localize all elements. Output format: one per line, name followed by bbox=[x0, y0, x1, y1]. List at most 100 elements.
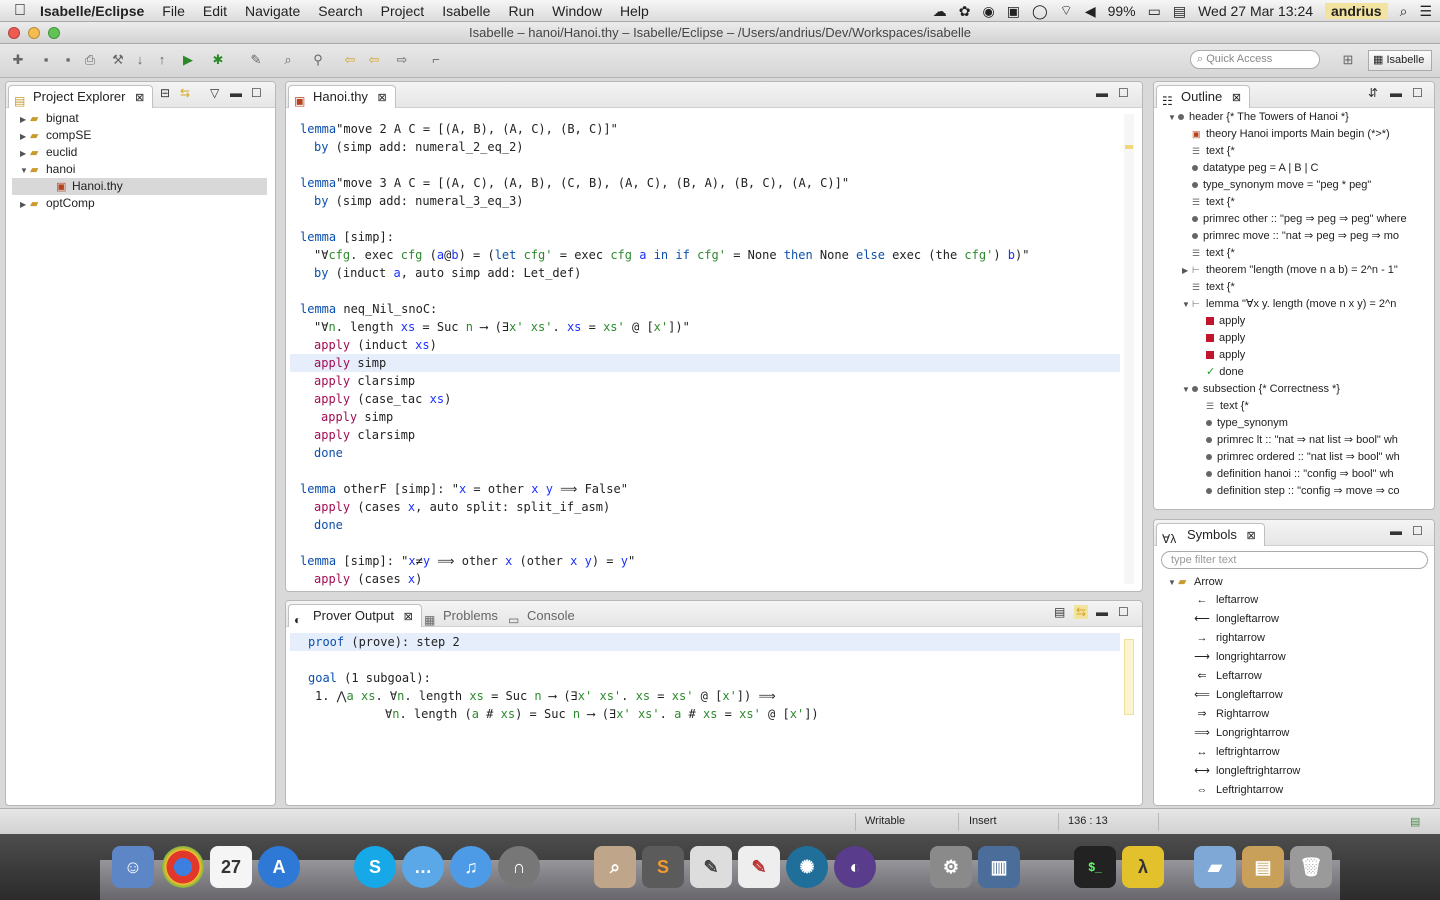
maximize-icon[interactable]: ☐ bbox=[1412, 524, 1423, 538]
outline-item[interactable]: ☰ text {* bbox=[1154, 398, 1249, 415]
warning-marker[interactable] bbox=[1125, 145, 1133, 149]
perspective-isabelle-button[interactable]: ▦ Isabelle bbox=[1368, 50, 1432, 71]
collapse-icon[interactable]: ▼ bbox=[1168, 574, 1178, 592]
volume-icon[interactable]: ◀ bbox=[1085, 3, 1096, 20]
menu-search[interactable]: Search bbox=[318, 3, 362, 19]
zoom-window-icon[interactable] bbox=[48, 27, 60, 39]
save-icon[interactable]: ▪ bbox=[38, 52, 54, 68]
dock-sublime-icon[interactable]: S bbox=[642, 846, 684, 888]
expand-toggle-icon[interactable]: ▼ bbox=[1182, 381, 1192, 398]
dock-calendar-icon[interactable]: 27 bbox=[210, 846, 252, 888]
menu-file[interactable]: File bbox=[162, 3, 185, 19]
outline-item[interactable]: ▼ subsection {* Correctness *} bbox=[1154, 381, 1340, 398]
symbol-item[interactable]: ← leftarrow bbox=[1188, 591, 1259, 610]
outline-item[interactable]: definition step :: "config ⇒ move ⇒ co bbox=[1154, 483, 1400, 500]
maximize-icon[interactable]: ☐ bbox=[1412, 86, 1423, 100]
back-icon[interactable]: ⇦ bbox=[342, 52, 358, 68]
tab-hanoi-thy[interactable]: ▣ Hanoi.thy ⊠ bbox=[288, 85, 396, 108]
expand-toggle-icon[interactable]: ▶ bbox=[1182, 262, 1192, 279]
dock-archive-icon[interactable]: ▤ bbox=[1242, 846, 1284, 888]
tree-item-bignat[interactable]: ▶ ▰ bignat bbox=[6, 110, 275, 127]
outline-item[interactable]: ☰ text {* bbox=[1154, 279, 1235, 296]
expand-icon[interactable]: ▶ bbox=[20, 111, 30, 128]
symbol-item[interactable]: ⟷ longleftrightarrow bbox=[1188, 762, 1300, 781]
cloud-icon[interactable]: ☁ bbox=[933, 3, 947, 20]
outline-tree[interactable]: ▼ header {* The Towers of Hanoi *} ▣ theory… bbox=[1154, 109, 1434, 509]
maximize-icon[interactable]: ☐ bbox=[1118, 605, 1129, 619]
close-tab-icon[interactable]: ⊠ bbox=[378, 92, 387, 104]
minimize-icon[interactable]: ▬ bbox=[1096, 605, 1108, 619]
expand-toggle-icon[interactable]: ▼ bbox=[1182, 296, 1192, 313]
symbol-item[interactable]: ⇒ Rightarrow bbox=[1188, 705, 1269, 724]
menu-edit[interactable]: Edit bbox=[203, 3, 227, 19]
menu-isabelle[interactable]: Isabelle bbox=[442, 3, 490, 19]
symbol-item[interactable]: ⟹ Longrightarrow bbox=[1188, 724, 1289, 743]
dock-applications-folder-icon[interactable]: ▰ bbox=[1194, 846, 1236, 888]
expand-icon[interactable]: ▶ bbox=[20, 128, 30, 145]
menu-window[interactable]: Window bbox=[552, 3, 602, 19]
minimize-icon[interactable]: ▬ bbox=[1096, 86, 1108, 100]
outline-item[interactable]: ▣ theory Hanoi imports Main begin (*>*) bbox=[1154, 126, 1390, 143]
outline-item[interactable]: ▼ header {* The Towers of Hanoi *} bbox=[1154, 109, 1349, 126]
tab-symbols[interactable]: ∀λ Symbols ⊠ bbox=[1156, 523, 1265, 546]
sort-icon[interactable]: ⇵ bbox=[1368, 86, 1378, 100]
close-tab-icon[interactable]: ⊠ bbox=[135, 92, 144, 104]
spotlight-icon[interactable]: ⌕ bbox=[1400, 3, 1408, 20]
prover-scrollbar[interactable] bbox=[1124, 639, 1134, 715]
menu-navigate[interactable]: Navigate bbox=[245, 3, 300, 19]
show-trace-icon[interactable]: ▤ bbox=[1054, 605, 1065, 619]
next-annotation-icon[interactable]: ↓ bbox=[132, 52, 148, 68]
dock-eclipse-icon[interactable]: ◐ bbox=[834, 846, 876, 888]
tree-item-optcomp[interactable]: ▶ ▰ optComp bbox=[6, 195, 275, 212]
dock-skype-icon[interactable]: S bbox=[354, 846, 396, 888]
dock-trash-icon[interactable]: 🗑 bbox=[1290, 846, 1332, 888]
outline-item[interactable]: primrec move :: "nat ⇒ peg ⇒ peg ⇒ mo bbox=[1154, 228, 1399, 245]
menu-help[interactable]: Help bbox=[620, 3, 649, 19]
dock-itunes-icon[interactable]: ♫ bbox=[450, 846, 492, 888]
tree-item-hanoi-thy[interactable]: ▣ Hanoi.thy bbox=[12, 178, 267, 195]
tree-item-hanoi[interactable]: ▼ ▰ hanoi bbox=[6, 161, 275, 178]
minimize-icon[interactable]: ▬ bbox=[230, 86, 242, 100]
open-perspective-icon[interactable]: ⊞ bbox=[1340, 52, 1356, 68]
tree-item-compse[interactable]: ▶ ▰ compSE bbox=[6, 127, 275, 144]
forward-icon[interactable]: ⇨ bbox=[394, 52, 410, 68]
debug-icon[interactable]: ✱ bbox=[210, 52, 226, 68]
symbol-filter-input[interactable]: type filter text bbox=[1161, 551, 1428, 569]
outline-item[interactable]: ☰ text {* bbox=[1154, 143, 1235, 160]
dock-messages-icon[interactable]: … bbox=[402, 846, 444, 888]
clock[interactable]: Wed 27 Mar 13:24 bbox=[1198, 3, 1313, 19]
link-editor-icon[interactable]: ⇆ bbox=[180, 86, 190, 100]
dock-isabelle-icon[interactable]: ✺ bbox=[786, 846, 828, 888]
outline-item[interactable]: type_synonym bbox=[1154, 415, 1288, 432]
pin-icon[interactable]: ⚲ bbox=[310, 52, 326, 68]
code-editor[interactable]: lemma"move 2 A C = [(A, B), (A, C), (B, … bbox=[290, 120, 1120, 587]
dock-isabelle-lambda-icon[interactable]: λ bbox=[1122, 846, 1164, 888]
print-icon[interactable]: ⎙ bbox=[82, 52, 98, 68]
dock-finder-icon[interactable]: ☺ bbox=[112, 846, 154, 888]
dock-chrome-icon[interactable] bbox=[162, 846, 204, 888]
outline-item[interactable]: apply bbox=[1154, 330, 1245, 347]
timer-icon[interactable]: ◉ bbox=[983, 3, 995, 20]
list-icon[interactable]: ☰ bbox=[1419, 3, 1432, 20]
collapse-icon[interactable]: ▼ bbox=[20, 162, 30, 179]
minimize-icon[interactable]: ▬ bbox=[1390, 524, 1402, 538]
search-tool-icon[interactable]: ⌕ bbox=[280, 52, 296, 68]
tab-outline[interactable]: ☷ Outline ⊠ bbox=[1156, 85, 1251, 108]
dock-headphones-icon[interactable]: ∩ bbox=[498, 846, 540, 888]
expand-icon[interactable]: ▶ bbox=[20, 196, 30, 213]
symbol-item[interactable]: ⟸ Longleftarrow bbox=[1188, 686, 1283, 705]
tab-console[interactable]: ▭ Console bbox=[502, 604, 584, 627]
symbol-group-arrow[interactable]: ▼ ▰ Arrow bbox=[1168, 573, 1223, 591]
symbol-item[interactable]: ⟵ longleftarrow bbox=[1188, 610, 1279, 629]
outline-item[interactable]: primrec other :: "peg ⇒ peg ⇒ peg" where bbox=[1154, 211, 1407, 228]
pin-editor-icon[interactable]: ⌐ bbox=[428, 52, 444, 68]
tree-item-euclid[interactable]: ▶ ▰ euclid bbox=[6, 144, 275, 161]
dock-app-store-icon[interactable]: A bbox=[258, 846, 300, 888]
dock-activity-monitor-icon[interactable]: ▥ bbox=[978, 846, 1020, 888]
minimize-window-icon[interactable] bbox=[28, 27, 40, 39]
tab-project-explorer[interactable]: ▤ Project Explorer ⊠ bbox=[8, 85, 154, 108]
tab-prover-output[interactable]: ◐ Prover Output ⊠ bbox=[288, 604, 422, 627]
outline-item[interactable]: ▼ ⊢ lemma "∀x y. length (move n x y) = 2^n bbox=[1154, 296, 1396, 313]
battery-text[interactable]: 99% bbox=[1108, 3, 1136, 19]
overview-ruler[interactable] bbox=[1124, 114, 1134, 584]
